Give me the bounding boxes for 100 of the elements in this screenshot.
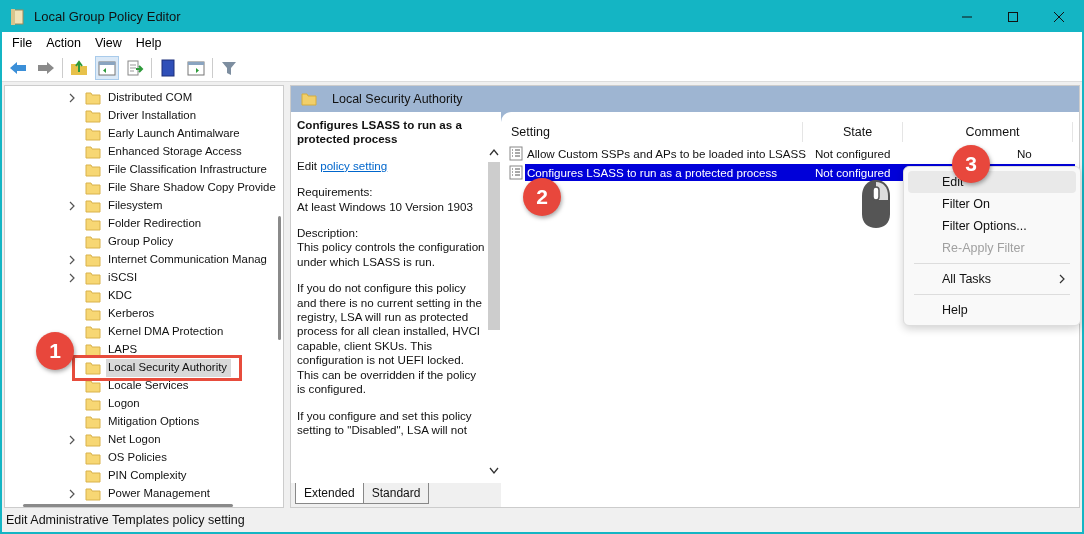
folder-icon	[85, 235, 101, 249]
tree-item[interactable]: File Classification Infrastructure	[106, 161, 271, 179]
folder-icon	[85, 415, 101, 429]
folder-icon	[85, 469, 101, 483]
column-header[interactable]: Setting	[501, 122, 803, 142]
policy-title: Configures LSASS to run as a protected process	[297, 118, 463, 147]
window-title: Local Group Policy Editor	[34, 8, 181, 27]
mouse-icon	[859, 178, 893, 230]
column-header[interactable]: Comment	[903, 122, 1073, 142]
scroll-up-icon[interactable]	[489, 148, 499, 156]
back-icon	[9, 60, 27, 75]
folder-icon	[85, 127, 101, 141]
menu-item[interactable]: View	[88, 33, 128, 53]
folder-icon	[85, 379, 101, 393]
tree-item[interactable]: Local Security Authority	[106, 359, 232, 377]
description-text: If you configure and set this policy setting to "Disabled", LSA will not	[297, 408, 473, 438]
show-tree-button[interactable]	[95, 55, 119, 80]
description-text: Requirements: At least Windows 10 Version 1903	[297, 185, 474, 215]
tree-item[interactable]: Early Launch Antimalware	[106, 125, 244, 143]
forward-icon	[37, 60, 55, 75]
folder-icon	[85, 361, 101, 375]
menu-item[interactable]: Help	[908, 299, 1076, 321]
properties-pane-icon	[187, 59, 205, 76]
tree-item[interactable]: Distributed COM	[106, 89, 197, 107]
tree-item[interactable]: Driver Installation	[106, 107, 200, 125]
folder-icon	[85, 91, 101, 105]
pane-header: Local Security Authority	[332, 90, 463, 108]
tree-item[interactable]: Internet Communication Manag	[106, 251, 271, 269]
folder-icon	[301, 92, 317, 106]
policy-icon	[509, 146, 523, 161]
view-tab[interactable]: Standard	[362, 483, 430, 504]
folder-icon	[85, 163, 101, 177]
app-icon	[10, 8, 26, 26]
show-tree-icon	[98, 59, 116, 76]
tree-item[interactable]: PIN Complexity	[106, 467, 191, 485]
description-text: Description: This policy controls the configuration under which LSASS is run.	[297, 226, 485, 270]
expand-chevron-icon[interactable]	[67, 201, 77, 211]
maximize-icon	[1007, 11, 1019, 23]
expand-chevron-icon[interactable]	[67, 435, 77, 445]
setting-cell-text: Configures LSASS to run as a protected process	[526, 164, 779, 181]
view-tab[interactable]: Extended	[295, 483, 364, 504]
expand-chevron-icon[interactable]	[67, 93, 77, 103]
description-text: If you do not configure this policy and there is no current setting in the registry, LSA will run as protected process for all clean installed, HVCI capable, client SKUs. This configuration is not UEFI locked. This can be overridden if the policy is configured.	[297, 281, 483, 397]
status-text: Edit Administrative Templates policy setting	[6, 511, 245, 529]
expand-chevron-icon[interactable]	[67, 255, 77, 265]
folder-icon	[85, 289, 101, 303]
folder-icon	[85, 109, 101, 123]
menu-item[interactable]: File	[6, 33, 39, 53]
folder-icon	[85, 433, 101, 447]
tree-item[interactable]: OS Policies	[106, 449, 171, 467]
folder-icon	[85, 397, 101, 411]
folder-icon	[85, 307, 101, 321]
edit-label: Edit	[297, 158, 318, 172]
folder-icon	[85, 217, 101, 231]
tree-item[interactable]: File Share Shadow Copy Provide	[106, 179, 280, 197]
setting-cell-text: Allow Custom SSPs and APs to be loaded into LSASS	[526, 145, 808, 162]
menu-item[interactable]: Help	[129, 33, 168, 53]
filter-icon	[221, 59, 237, 76]
folder-icon	[85, 199, 101, 213]
tree-item[interactable]: iSCSI	[106, 269, 142, 287]
expand-chevron-icon[interactable]	[67, 273, 77, 283]
expand-chevron-icon[interactable]	[67, 489, 77, 499]
menu-item[interactable]: Filter Options...	[908, 215, 1076, 237]
scroll-down-icon[interactable]	[489, 467, 499, 475]
menu-item[interactable]: All Tasks	[908, 268, 1076, 290]
folder-icon	[85, 451, 101, 465]
menu-item[interactable]: Action	[40, 33, 87, 53]
tree-item[interactable]: Group Policy	[106, 233, 178, 251]
tree-item[interactable]: Folder Redirection	[106, 215, 206, 233]
folder-icon	[85, 487, 101, 501]
tree-item[interactable]: Filesystem	[106, 197, 167, 215]
folder-icon	[85, 145, 101, 159]
folder-up-icon	[70, 59, 88, 76]
tree-item[interactable]: Enhanced Storage Access	[106, 143, 246, 161]
tree-item[interactable]: KDC	[106, 287, 137, 305]
comment-cell-text: No	[1017, 145, 1032, 162]
tree-item[interactable]: Net Logon	[106, 431, 165, 449]
folder-icon	[85, 253, 101, 267]
tree-item[interactable]: Kernel DMA Protection	[106, 323, 228, 341]
tree-item[interactable]: Power Management	[106, 485, 214, 503]
state-cell-text: Not configured	[815, 145, 892, 162]
export-list-icon	[126, 59, 144, 76]
tree-item[interactable]: Locale Services	[106, 377, 193, 395]
folder-icon	[85, 181, 101, 195]
tree-item[interactable]: Logon	[106, 395, 144, 413]
menu-item[interactable]: Filter On	[908, 193, 1076, 215]
folder-icon	[85, 271, 101, 285]
policy-icon	[509, 165, 523, 180]
scrollbar-thumb[interactable]	[23, 503, 233, 507]
tree-item[interactable]: Mitigation Options	[106, 413, 204, 431]
scrollbar-thumb[interactable]	[278, 216, 281, 340]
close-icon	[1053, 11, 1065, 23]
state-cell-text: Not configured	[815, 164, 892, 181]
menu-item-label: All Tasks	[942, 270, 992, 288]
tree-item[interactable]: LAPS	[106, 341, 142, 359]
tree-item[interactable]: Kerberos	[106, 305, 159, 323]
policy-setting-link[interactable]: policy setting	[320, 158, 388, 172]
column-header[interactable]: State	[803, 122, 903, 142]
folder-icon	[85, 325, 101, 339]
scrollbar-thumb[interactable]	[488, 162, 500, 330]
